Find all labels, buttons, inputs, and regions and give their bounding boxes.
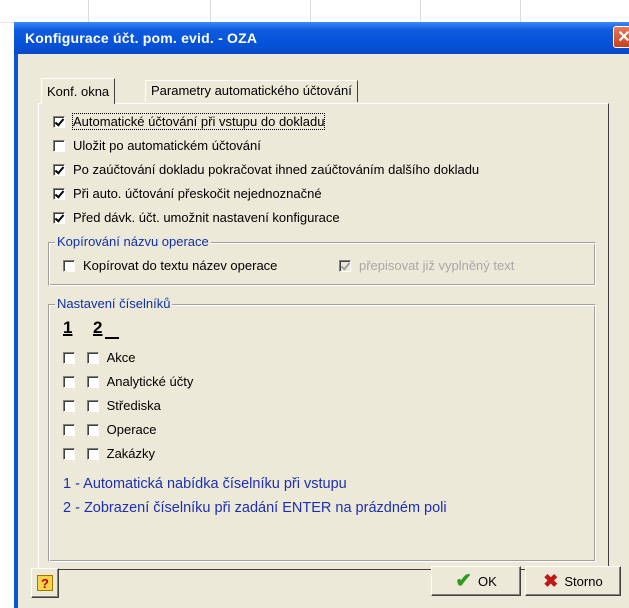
legend-line-1: 1 - Automatická nabídka číselníku při vs… [63, 476, 347, 492]
config-dialog: Konfigurace účt. pom. evid. - OZA ✕ Konf… [14, 22, 629, 608]
help-icon: ? [37, 575, 53, 591]
close-icon: ✕ [617, 29, 629, 46]
close-button[interactable]: ✕ [613, 26, 629, 48]
background-gridline [210, 0, 211, 22]
codelist-label: Operace [106, 422, 157, 437]
checkbox-disabled [339, 260, 351, 272]
column-header-1: 1 [63, 318, 73, 337]
tab-parametry[interactable]: Parametry automatického účtování [145, 80, 358, 102]
storno-button[interactable]: ✖ Storno [525, 566, 621, 596]
checkbox-col1[interactable] [63, 400, 75, 412]
checkbox-col1[interactable] [63, 448, 75, 460]
background-app-strip [0, 0, 629, 23]
option-continue-next[interactable]: Po zaúčtování dokladu pokračovat ihned z… [53, 162, 479, 177]
background-gridline [310, 0, 311, 22]
option-label: Po zaúčtování dokladu pokračovat ihned z… [73, 162, 480, 177]
checkbox-col2[interactable] [86, 352, 99, 364]
ok-label: OK [477, 573, 497, 589]
checkbox-col2[interactable] [86, 376, 99, 388]
checkbox-col2[interactable] [86, 448, 99, 460]
window-title: Konfigurace účt. pom. evid. - OZA [25, 30, 258, 46]
option-skip-ambiguous[interactable]: Při auto. účtování přeskočit nejednoznač… [53, 186, 322, 201]
codelist-label: Střediska [106, 398, 161, 413]
copy-group-title: Kopírování názvu operace [55, 234, 211, 249]
codelist-row-strediska: Střediska [63, 398, 161, 413]
codelist-label: Akce [106, 350, 136, 365]
option-save-after[interactable]: Uložit po automatickém účtování [53, 138, 261, 153]
codelist-row-akce: Akce [63, 350, 136, 365]
checkbox-col1[interactable] [63, 376, 75, 388]
codelist-group-title: Nastavení číselníků [55, 296, 173, 311]
column-header-2: 2 [93, 318, 103, 337]
dialog-client-area: Konf. okna Parametry automatického účtov… [18, 54, 629, 608]
legend-line-2: 2 - Zobrazení číselníku při zadání ENTER… [63, 500, 447, 516]
checkbox[interactable] [53, 140, 65, 152]
help-button[interactable]: ? [31, 568, 59, 598]
title-bar[interactable]: Konfigurace účt. pom. evid. - OZA ✕ [14, 22, 629, 54]
cancel-x-icon: ✖ [543, 571, 559, 591]
checkbox-col1[interactable] [63, 424, 75, 436]
checkbox-col2[interactable] [86, 400, 99, 412]
column-underline [105, 337, 119, 339]
checkbox-col2[interactable] [86, 424, 99, 436]
background-gridline [420, 0, 421, 22]
codelist-row-zakazky: Zakázky [63, 446, 155, 461]
option-label: Automatické účtování při vstupu do dokla… [71, 113, 326, 130]
option-overwrite-text: přepisovat již vyplněný text [339, 258, 514, 273]
option-auto-accounting[interactable]: Automatické účtování při vstupu do dokla… [53, 113, 326, 130]
background-gridline [88, 0, 89, 22]
option-label: Před dávk. účt. umožnit nastavení konfig… [73, 210, 340, 225]
checkbox[interactable] [53, 116, 65, 128]
option-label: Uložit po automatickém účtování [73, 138, 261, 153]
codelist-label: Analytické účty [106, 374, 194, 389]
option-batch-config[interactable]: Před dávk. účt. umožnit nastavení konfig… [53, 210, 340, 225]
checkbox-col1[interactable] [63, 352, 75, 364]
codelist-row-analyticke-ucty: Analytické účty [63, 374, 193, 389]
option-label: přepisovat již vyplněný text [359, 258, 515, 273]
checkbox[interactable] [53, 212, 65, 224]
tab-konf-okna[interactable]: Konf. okna [41, 78, 116, 104]
checkmark-icon: ✔ [455, 570, 472, 592]
checkbox[interactable] [53, 164, 65, 176]
option-label: Při auto. účtování přeskočit nejednoznač… [73, 186, 322, 201]
codelist-row-operace: Operace [63, 422, 157, 437]
checkbox[interactable] [63, 260, 75, 272]
checkbox[interactable] [53, 188, 65, 200]
ok-button[interactable]: ✔ OK [431, 566, 521, 596]
codelist-label: Zakázky [106, 446, 156, 461]
tab-panel: Automatické účtování při vstupu do dokla… [38, 103, 609, 570]
tab-label: Konf. okna [47, 84, 110, 99]
option-copy-operation-name[interactable]: Kopírovat do textu název operace [63, 258, 277, 273]
tab-label: Parametry automatického účtování [151, 83, 352, 98]
storno-label: Storno [564, 573, 603, 589]
background-gridline [520, 0, 521, 22]
option-label: Kopírovat do textu název operace [83, 258, 278, 273]
